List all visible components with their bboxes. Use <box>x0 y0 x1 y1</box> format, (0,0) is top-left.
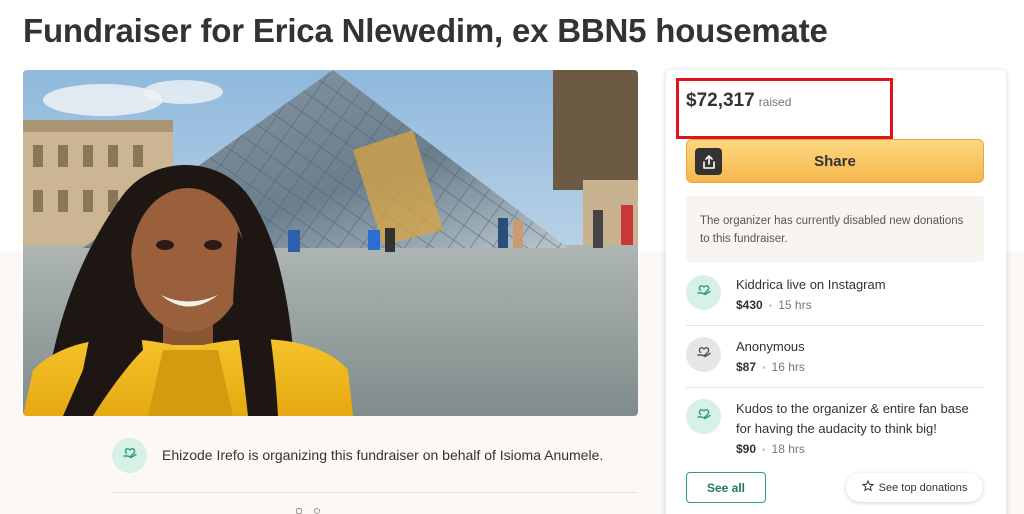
donation-amount: $87 <box>736 360 757 374</box>
donor-avatar <box>686 399 721 434</box>
donation-time: 15 hrs <box>778 298 812 312</box>
separator-dot: • <box>768 301 773 312</box>
separator-dot: • <box>762 445 766 456</box>
share-icon <box>695 148 722 175</box>
heart-hand-icon <box>695 343 713 366</box>
donation-amount: $90 <box>736 442 757 456</box>
peek-icon-left <box>296 508 302 514</box>
donation-item: Kiddrica live on Instagram $430 • 15 hrs <box>686 275 984 317</box>
donor-name: Kudos to the organizer & entire fan base… <box>736 401 969 436</box>
page-title: Fundraiser for Erica Nlewedim, ex BBN5 h… <box>23 12 828 49</box>
organizer-row: Ehizode Irefo is organizing this fundrai… <box>112 437 637 473</box>
star-icon <box>861 479 879 495</box>
separator-dot: • <box>762 363 766 374</box>
share-label: Share <box>814 152 856 170</box>
donor-name: Anonymous <box>736 339 805 354</box>
peek-icon-right <box>314 508 320 514</box>
organizer-avatar <box>112 437 147 473</box>
donation-time: 18 hrs <box>771 442 805 456</box>
donation-divider <box>686 325 984 326</box>
organizer-divider <box>112 492 637 493</box>
donation-divider <box>686 387 984 388</box>
see-all-button[interactable]: See all <box>686 472 766 503</box>
share-button[interactable]: Share <box>686 139 984 183</box>
heart-hand-icon <box>695 405 713 428</box>
donation-item: Kudos to the organizer & entire fan base… <box>686 399 984 461</box>
donor-name: Kiddrica live on Instagram <box>736 277 886 292</box>
donation-item: Anonymous $87 • 16 hrs <box>686 337 984 379</box>
donation-amount: $430 <box>736 298 763 312</box>
highlight-box <box>676 78 893 139</box>
hero-photo <box>23 70 638 416</box>
heart-hand-icon <box>121 444 139 467</box>
donor-avatar <box>686 337 721 372</box>
see-top-donations-button[interactable]: See top donations <box>846 473 983 502</box>
donor-avatar <box>686 275 721 310</box>
organizer-text: Ehizode Irefo is organizing this fundrai… <box>162 447 604 463</box>
see-top-donations-label: See top donations <box>878 481 968 494</box>
donations-disabled-notice: The organizer has currently disabled new… <box>686 196 984 262</box>
heart-hand-icon <box>695 281 713 304</box>
donation-time: 16 hrs <box>771 360 805 374</box>
